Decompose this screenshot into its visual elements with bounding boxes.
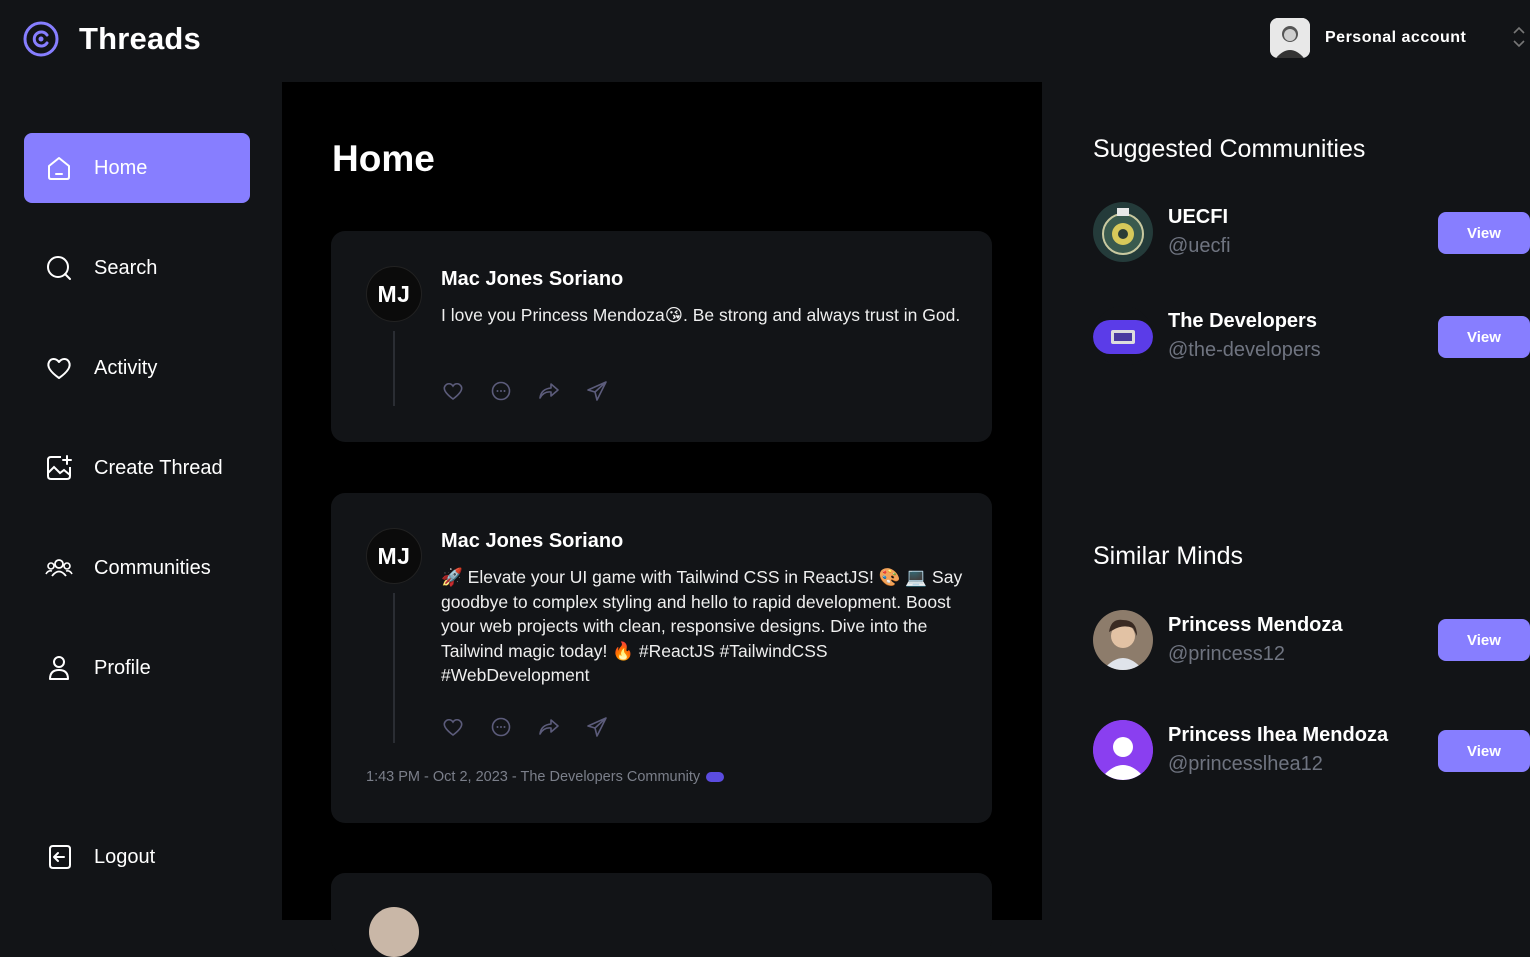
developers-logo-icon: [1093, 306, 1153, 366]
thread-meta[interactable]: 1:43 PM - Oct 2, 2023 - The Developers C…: [366, 769, 725, 785]
reply-icon[interactable]: [489, 715, 513, 739]
search-icon: [47, 256, 71, 280]
user-handle: @princess12: [1168, 643, 1286, 665]
thread-author[interactable]: Mac Jones Soriano: [441, 530, 623, 553]
view-community-button[interactable]: View: [1438, 212, 1530, 254]
sidebar-item-home[interactable]: Home: [24, 133, 250, 203]
user-name: Princess Ihea Mendoza: [1168, 724, 1389, 746]
community-badge-icon: [706, 772, 725, 782]
community-handle: @the-developers: [1168, 339, 1321, 361]
sidebar-item-label: Create Thread: [94, 456, 223, 479]
app-logo[interactable]: Threads: [22, 20, 201, 58]
sidebar-item-label: Search: [94, 256, 158, 279]
sidebar-item-search[interactable]: Search: [24, 233, 250, 303]
community-avatar[interactable]: [1093, 202, 1153, 262]
profile-icon: [49, 656, 69, 680]
thread-line: [393, 593, 395, 743]
community-item: UECFI @uecfi View: [1093, 202, 1530, 266]
sidebar-item-label: Profile: [94, 656, 151, 679]
user-photo-icon: [1270, 18, 1310, 58]
community-name: UECFI: [1168, 206, 1228, 228]
topbar: Threads Personal account: [0, 0, 1530, 80]
view-user-button[interactable]: View: [1438, 730, 1530, 772]
uecfi-seal-icon: [1093, 202, 1153, 262]
like-heart-icon[interactable]: [441, 715, 465, 739]
thread-author[interactable]: Mac Jones Soriano: [441, 268, 623, 291]
default-user-icon: [1093, 720, 1153, 780]
community-avatar[interactable]: [1093, 306, 1153, 366]
left-sidebar: Home Search Activity Create Thread Commu…: [0, 80, 282, 920]
repost-icon[interactable]: [537, 715, 561, 739]
user-avatar[interactable]: [1093, 610, 1153, 670]
share-icon[interactable]: [585, 715, 609, 739]
community-handle: @uecfi: [1168, 235, 1231, 257]
sidebar-item-label: Activity: [94, 356, 158, 379]
sidebar-item-profile[interactable]: Profile: [24, 633, 250, 703]
user-photo-icon: [1093, 610, 1153, 670]
user-item: Princess Mendoza @princess12 View: [1093, 610, 1530, 674]
sidebar-item-activity[interactable]: Activity: [24, 333, 250, 403]
logout-icon: [49, 845, 71, 869]
app-title: Threads: [79, 21, 201, 56]
repost-icon[interactable]: [537, 379, 561, 403]
suggested-communities-title: Suggested Communities: [1093, 135, 1366, 163]
view-user-button[interactable]: View: [1438, 619, 1530, 661]
community-item: The Developers @the-developers View: [1093, 306, 1530, 370]
logout-label: Logout: [94, 845, 156, 868]
thread-meta-text: 1:43 PM - Oct 2, 2023 - The Developers C…: [366, 769, 701, 785]
user-avatar[interactable]: [1093, 720, 1153, 780]
communities-icon: [45, 559, 73, 577]
author-avatar[interactable]: MJ: [366, 528, 422, 584]
heart-icon: [47, 358, 71, 379]
chevron-up-down-icon[interactable]: [1512, 24, 1526, 50]
community-name: The Developers: [1168, 310, 1317, 332]
user-item: Princess Ihea Mendoza @princesslhea12 Vi…: [1093, 720, 1530, 784]
account-avatar: [1270, 18, 1310, 58]
sidebar-item-communities[interactable]: Communities: [24, 533, 250, 603]
reply-icon[interactable]: [489, 379, 513, 403]
right-sidebar: Suggested Communities UECFI @uecfi View …: [1042, 80, 1530, 920]
main-feed: Home MJ Mac Jones Soriano I love you Pri…: [282, 82, 1042, 957]
thread-card[interactable]: MJ Mac Jones Soriano I love you Princess…: [331, 231, 992, 442]
logout-button[interactable]: Logout: [24, 822, 250, 892]
view-community-button[interactable]: View: [1438, 316, 1530, 358]
page-title: Home: [332, 138, 435, 179]
thread-card[interactable]: MJ Mac Jones Soriano 🚀 Elevate your UI g…: [331, 493, 992, 823]
create-thread-icon: [47, 455, 72, 480]
sidebar-item-label: Communities: [94, 556, 211, 579]
home-icon: [48, 157, 70, 180]
sidebar-item-label: Home: [94, 156, 148, 179]
user-name: Princess Mendoza: [1168, 614, 1343, 636]
user-handle: @princesslhea12: [1168, 753, 1323, 775]
thread-actions: [441, 379, 609, 403]
share-icon[interactable]: [585, 379, 609, 403]
thread-line: [393, 331, 395, 406]
author-avatar[interactable]: MJ: [366, 266, 422, 322]
thread-text: 🚀 Elevate your UI game with Tailwind CSS…: [441, 567, 963, 685]
sidebar-item-create-thread[interactable]: Create Thread: [24, 433, 250, 503]
threads-logo-icon: [23, 21, 59, 57]
account-label: Personal account: [1325, 29, 1467, 46]
thread-actions: [441, 715, 609, 739]
account-switcher[interactable]: Personal account: [1270, 18, 1466, 58]
thread-text: I love you Princess Mendoza😘. Be strong …: [441, 305, 961, 325]
thread-card[interactable]: [331, 873, 992, 957]
like-heart-icon[interactable]: [441, 379, 465, 403]
similar-minds-title: Similar Minds: [1093, 542, 1244, 570]
author-avatar[interactable]: [369, 907, 419, 957]
